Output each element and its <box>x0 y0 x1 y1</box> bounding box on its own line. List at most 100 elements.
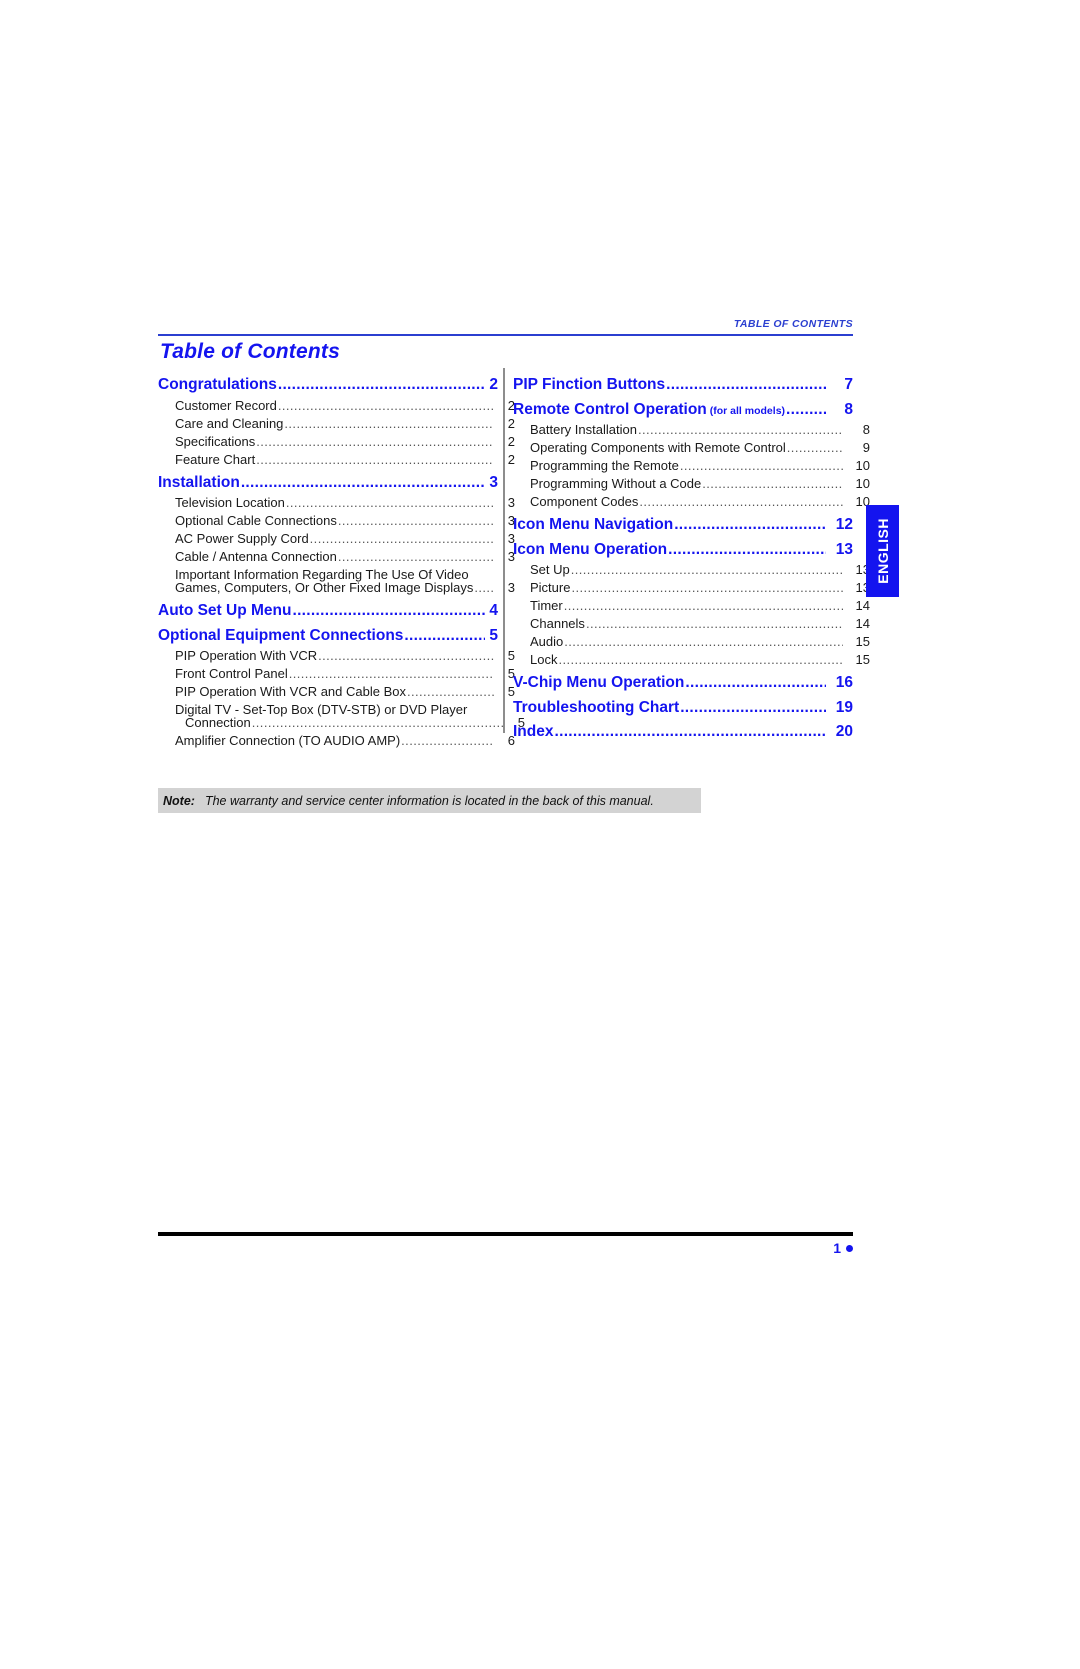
toc-entry-major[interactable]: Index...................................… <box>513 724 853 740</box>
toc-entry-minor[interactable]: PIP Operation With VCR and Cable Box....… <box>158 685 515 698</box>
toc-entry-page: 2 <box>489 376 498 393</box>
toc-entry-page: 5 <box>507 666 515 681</box>
toc-entry-minor[interactable]: Battery Installation....................… <box>513 423 870 436</box>
toc-entry-label: Auto Set Up Menu <box>158 602 292 619</box>
toc-entry-minor[interactable]: PIP Operation With VCR..................… <box>158 649 515 662</box>
dot-leader: ........................................… <box>637 423 843 436</box>
toc-entry-label: Operating Components with Remote Control <box>530 440 786 455</box>
toc-entry-minor[interactable]: Channels................................… <box>513 617 870 630</box>
toc-entry-page: 7 <box>844 376 853 393</box>
dot-leader: ........................................… <box>277 398 494 412</box>
toc-entry-major[interactable]: Installation............................… <box>158 473 498 491</box>
toc-entry-minor[interactable]: Operating Components with Remote Control… <box>513 441 870 454</box>
document-page: TABLE OF CONTENTS Table of Contents Cong… <box>0 0 1080 1669</box>
footer-page-number: 1 <box>790 1240 853 1256</box>
toc-entry-minor[interactable]: Picture.................................… <box>513 581 870 594</box>
toc-entry-page: 3 <box>507 531 515 546</box>
toc-entry-page: 5 <box>489 626 498 644</box>
toc-entry-page: 3 <box>507 495 515 510</box>
dot-leader: ........................................… <box>564 635 843 648</box>
toc-entry-minor[interactable]: Care and Cleaning.......................… <box>158 417 515 430</box>
toc-entry-minor[interactable]: Optional Cable Connections..............… <box>158 514 515 527</box>
language-side-tab: ENGLISH <box>866 505 899 597</box>
toc-entry-minor[interactable]: Digital TV - Set-Top Box (DTV-STB) or DV… <box>158 703 525 729</box>
running-header-text: TABLE OF CONTENTS <box>733 318 853 330</box>
page-title: Table of Contents <box>160 340 340 363</box>
toc-entry-minor[interactable]: Feature Chart...........................… <box>158 453 515 466</box>
dot-leader: ........................................… <box>240 474 485 490</box>
toc-entry-minor[interactable]: Lock....................................… <box>513 653 870 666</box>
toc-entry-page: 15 <box>855 652 870 667</box>
toc-entry-page: 2 <box>507 415 515 431</box>
dot-leader: ........................................… <box>285 496 494 509</box>
toc-entry-page: 6 <box>507 733 515 748</box>
toc-entry-minor[interactable]: Programming Without a Code..............… <box>513 477 870 490</box>
toc-entry-label: PIP Operation With VCR and Cable Box <box>175 684 406 699</box>
toc-entry-page: 16 <box>835 674 853 691</box>
toc-entry-minor[interactable]: Set Up..................................… <box>513 563 870 576</box>
dot-leader: ........................................… <box>668 541 826 557</box>
toc-column-left: Congratulations.........................… <box>158 368 525 747</box>
toc-entry-major[interactable]: PIP Finction Buttons....................… <box>513 377 853 393</box>
dot-leader: ........................................… <box>401 734 494 747</box>
toc-entry-page: 3 <box>507 549 515 564</box>
toc-entry-page: 5 <box>507 684 515 699</box>
dot-leader: ........................................… <box>474 581 494 594</box>
toc-entry-label: Congratulations <box>158 376 277 393</box>
toc-entry-label: Feature Chart <box>175 451 256 467</box>
toc-entry-minor[interactable]: Amplifier Connection (TO AUDIO AMP).....… <box>158 734 515 747</box>
toc-entry-minor[interactable]: Important Information Regarding The Use … <box>158 568 515 594</box>
toc-entry-page: 19 <box>835 698 853 716</box>
toc-entry-label: Index <box>513 723 554 740</box>
toc-entry-minor[interactable]: Customer Record.........................… <box>158 399 515 412</box>
toc-entry-minor[interactable]: Component Codes.........................… <box>513 495 870 508</box>
toc-entry-minor[interactable]: Cable / Antenna Connection..............… <box>158 550 515 563</box>
toc-entry-label: AC Power Supply Cord <box>175 531 309 546</box>
note-label: Note: <box>163 793 195 808</box>
toc-entry-label: Optional Cable Connections <box>175 513 337 528</box>
toc-entry-label: Icon Menu Operation <box>513 540 668 558</box>
toc-entry-major[interactable]: Optional Equipment Connections..........… <box>158 626 498 644</box>
footer-rule <box>158 1232 853 1236</box>
toc-entry-minor[interactable]: Front Control Panel.....................… <box>158 667 515 680</box>
toc-entry-major[interactable]: Icon Menu Navigation....................… <box>513 517 853 533</box>
toc-entry-minor[interactable]: Programming the Remote..................… <box>513 459 870 472</box>
toc-entry-label: Optional Equipment Connections <box>158 626 404 644</box>
dot-leader: ........................................… <box>277 377 485 393</box>
toc-entry-major[interactable]: Troubleshooting Chart...................… <box>513 698 853 716</box>
dot-leader: ........................................… <box>685 675 826 691</box>
toc-entry-major[interactable]: Congratulations.........................… <box>158 377 498 393</box>
language-side-tab-label: ENGLISH <box>874 518 891 584</box>
toc-entry-label: Installation <box>158 473 240 491</box>
dot-leader: ........................................… <box>256 434 494 448</box>
dot-leader: ........................................… <box>563 599 843 612</box>
footer-bullet-icon <box>846 1245 853 1252</box>
toc-entry-major[interactable]: Icon Menu Operation.....................… <box>513 540 853 558</box>
toc-entry-page: 5 <box>507 648 515 663</box>
dot-leader: ........................................… <box>318 649 494 662</box>
toc-entry-page: 15 <box>855 634 870 649</box>
toc-entry-label: Set Up <box>530 562 570 577</box>
toc-entry-label: Lock <box>530 652 558 667</box>
dot-leader: ........................................… <box>337 514 494 527</box>
toc-entry-major[interactable]: Remote Control Operation (for all models)… <box>513 401 853 418</box>
toc-entry-page: 2 <box>507 451 515 467</box>
toc-entry-label: V-Chip Menu Operation <box>513 674 685 691</box>
toc-entry-label: Cable / Antenna Connection <box>175 549 337 564</box>
dot-leader: ........................................… <box>666 377 826 393</box>
toc-entry-page: 9 <box>862 440 870 455</box>
toc-entry-minor[interactable]: Audio...................................… <box>513 635 870 648</box>
toc-entry-label: Channels <box>530 616 585 631</box>
dot-leader: ........................................… <box>679 459 843 472</box>
toc-entry-major[interactable]: V-Chip Menu Operation...................… <box>513 675 853 691</box>
toc-entry-minor[interactable]: Specifications..........................… <box>158 435 515 448</box>
toc-entry-minor[interactable]: Television Location.....................… <box>158 496 515 509</box>
toc-entry-minor[interactable]: Timer...................................… <box>513 599 870 612</box>
toc-entry-minor[interactable]: AC Power Supply Cord....................… <box>158 532 515 545</box>
toc-entry-major[interactable]: Auto Set Up Menu........................… <box>158 603 498 619</box>
toc-entry-page: 2 <box>507 433 515 449</box>
dot-leader: ........................................… <box>570 563 843 576</box>
dot-leader: ........................................… <box>585 617 843 630</box>
toc-entry-label: Battery Installation <box>530 422 637 437</box>
toc-entry-page: 10 <box>855 458 870 473</box>
